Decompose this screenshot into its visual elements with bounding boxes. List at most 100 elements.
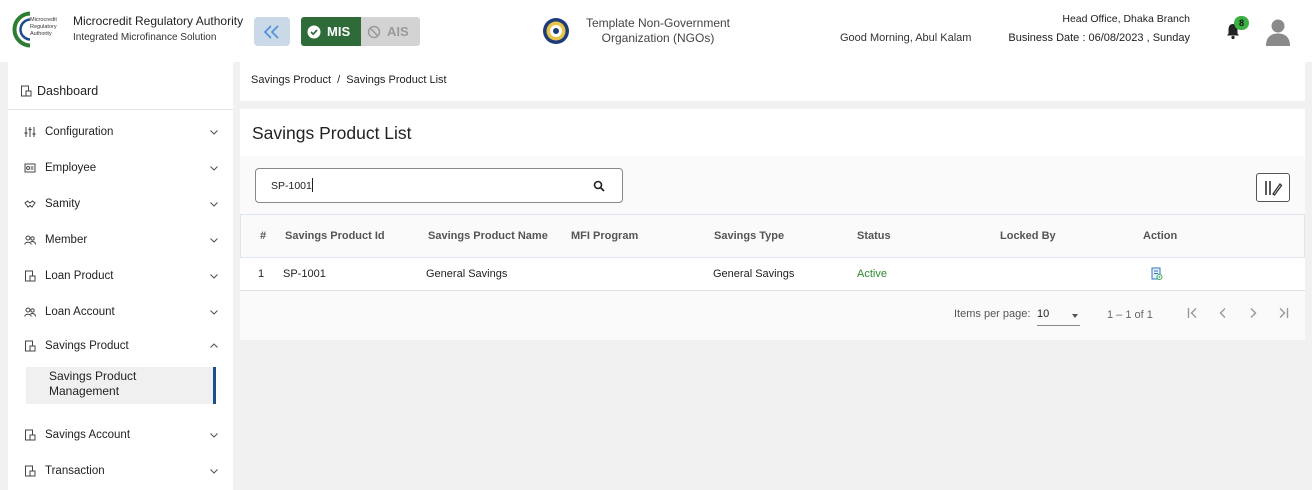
breadcrumb-current: Savings Product List <box>346 74 447 86</box>
chevron-down-icon[interactable] <box>209 307 219 317</box>
cell-savings-type: General Savings <box>713 268 795 280</box>
column-header-status[interactable]: Status <box>857 230 891 242</box>
cell-product-name: General Savings <box>426 268 508 280</box>
search-input[interactable]: SP-1001 <box>255 168 623 203</box>
search-icon[interactable] <box>593 180 605 192</box>
sidebar-divider <box>8 109 233 110</box>
column-header-mfi-program[interactable]: MFI Program <box>571 230 638 242</box>
active-indicator <box>213 367 216 404</box>
check-circle-icon <box>307 25 321 38</box>
sidebar-item-transaction[interactable]: Transaction <box>24 461 219 481</box>
sidebar-item-label: Savings Product <box>45 340 129 352</box>
chevron-down-icon[interactable] <box>209 127 219 137</box>
document-icon <box>25 340 36 352</box>
users-icon <box>24 307 36 317</box>
page-title: Savings Product List <box>252 123 412 143</box>
text-cursor <box>312 178 313 192</box>
sidebar-item-loan-account[interactable]: Loan Account <box>24 302 219 322</box>
search-input-value: SP-1001 <box>271 180 312 192</box>
view-details-icon[interactable] <box>1151 267 1163 281</box>
sidebar-item-label: Loan Product <box>45 270 114 282</box>
breadcrumb: Savings Product / Savings Product List <box>240 62 1305 101</box>
chevron-down-icon[interactable] <box>209 235 219 245</box>
sidebar-item-label: Employee <box>45 162 97 174</box>
breadcrumb-parent[interactable]: Savings Product <box>251 74 331 86</box>
government-seal-icon <box>543 18 569 44</box>
document-icon <box>25 429 36 441</box>
column-header-product-id[interactable]: Savings Product Id <box>285 230 385 242</box>
column-header-savings-type[interactable]: Savings Type <box>714 230 784 242</box>
notification-count-badge: 8 <box>1234 16 1249 30</box>
org-name-line2: Organization (NGOs) <box>601 31 715 45</box>
subitem-label-line1: Savings Product <box>49 369 137 383</box>
id-card-icon <box>24 163 36 173</box>
business-date: Business Date : 06/08/2023 , Sunday <box>1008 32 1190 44</box>
handshake-icon <box>24 200 36 208</box>
chevron-up-icon[interactable] <box>209 341 219 351</box>
brand-title: Microcredit Regulatory Authority <box>73 14 244 28</box>
previous-page-icon[interactable] <box>1216 306 1230 320</box>
paginator: Items per page: 10 1 – 1 of 1 <box>240 301 1305 331</box>
sidebar-item-savings-account[interactable]: Savings Account <box>24 425 219 445</box>
users-icon <box>24 235 36 245</box>
mis-toggle-button[interactable]: MIS <box>301 17 361 46</box>
sidebar-item-configuration[interactable]: Configuration <box>24 122 219 142</box>
column-settings-button[interactable] <box>1256 173 1290 202</box>
next-page-icon[interactable] <box>1246 306 1260 320</box>
sidebar-item-savings-product[interactable]: Savings Product <box>24 336 219 356</box>
sidebar-item-member[interactable]: Member <box>24 230 219 250</box>
sidebar-item-samity[interactable]: Samity <box>24 194 219 214</box>
chevron-down-icon[interactable] <box>209 430 219 440</box>
column-header-action: Action <box>1143 230 1178 242</box>
sliders-icon <box>24 127 36 137</box>
sidebar-collapse-button[interactable] <box>254 17 290 46</box>
double-chevron-left-icon <box>263 24 279 39</box>
ais-toggle-button[interactable]: AIS <box>361 17 420 46</box>
dashboard-label: Dashboard <box>37 84 99 98</box>
first-page-icon[interactable] <box>1186 306 1200 320</box>
table-header: # Savings Product Id Savings Product Nam… <box>240 214 1305 258</box>
branch-name: Head Office, Dhaka Branch <box>1062 13 1190 25</box>
page-range-label: 1 – 1 of 1 <box>1107 309 1153 321</box>
sidebar-item-loan-product[interactable]: Loan Product <box>24 266 219 286</box>
cell-number: 1 <box>258 268 265 280</box>
column-header-product-name[interactable]: Savings Product Name <box>428 230 548 242</box>
brand-subtitle: Integrated Microfinance Solution <box>73 32 217 43</box>
sidebar: Dashboard Configuration Employee Samity Mem… <box>8 62 233 490</box>
sidebar-item-dashboard[interactable]: Dashboard <box>20 84 98 98</box>
sidebar-item-label: Configuration <box>45 126 114 138</box>
sidebar-item-label: Transaction <box>45 465 105 477</box>
logo-text: Microcredit Regulatory Authority <box>30 17 57 37</box>
sidebar-item-label: Savings Account <box>45 429 131 441</box>
last-page-icon[interactable] <box>1276 306 1290 320</box>
breadcrumb-separator: / <box>337 74 341 86</box>
chevron-down-icon[interactable] <box>209 271 219 281</box>
sidebar-subitem-savings-product-management[interactable]: Savings Product Management <box>26 367 216 404</box>
table-row[interactable]: 1 SP-1001 General Savings General Saving… <box>240 258 1305 291</box>
column-edit-icon <box>1265 180 1283 196</box>
column-header-locked-by[interactable]: Locked By <box>1000 230 1056 242</box>
dropdown-arrow-icon <box>1072 314 1078 318</box>
ban-icon <box>367 25 381 38</box>
chevron-down-icon[interactable] <box>209 199 219 209</box>
organization-name: Template Non-Government Organization (NG… <box>578 16 738 46</box>
card-header: Savings Product List <box>240 109 1305 156</box>
chevron-down-icon[interactable] <box>209 163 219 173</box>
ais-label: AIS <box>387 24 409 39</box>
column-header-number: # <box>260 230 267 242</box>
sidebar-item-label: Samity <box>45 198 81 210</box>
cell-status: Active <box>857 268 887 280</box>
chevron-down-icon[interactable] <box>209 466 219 476</box>
subitem-label-line2: Management <box>49 384 120 398</box>
greeting-text: Good Morning, Abul Kalam <box>840 32 972 44</box>
document-icon <box>25 270 36 282</box>
items-per-page-select[interactable]: 10 <box>1037 303 1080 326</box>
sidebar-item-label: Loan Account <box>45 306 115 318</box>
document-icon <box>25 465 36 477</box>
savings-product-list-card: Savings Product List SP-1001 # Savings P… <box>240 109 1305 340</box>
items-per-page-label: Items per page: <box>954 308 1031 320</box>
user-avatar-icon[interactable] <box>1265 18 1291 46</box>
org-name-line1: Template Non-Government <box>585 16 731 30</box>
cell-product-id: SP-1001 <box>283 268 326 280</box>
sidebar-item-employee[interactable]: Employee <box>24 158 219 178</box>
